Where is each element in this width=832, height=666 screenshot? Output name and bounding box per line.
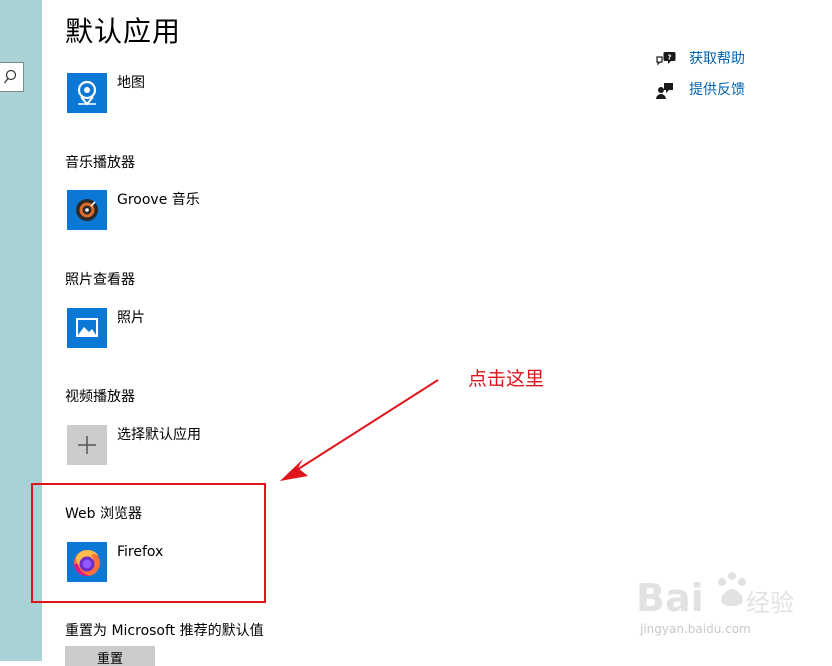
get-help-link[interactable]: ? 获取帮助 [656, 49, 796, 71]
music-player-label: 音乐播放器 [65, 155, 135, 171]
maps-icon [67, 73, 107, 113]
photos-app-row[interactable]: 照片 [67, 308, 327, 348]
photos-app-name: 照片 [117, 310, 145, 326]
video-player-label: 视频播放器 [65, 389, 135, 405]
maps-app-name: 地图 [117, 75, 145, 91]
svg-text:?: ? [667, 54, 671, 62]
watermark-url: jingyan.baidu.com [640, 622, 751, 636]
give-feedback-label: 提供反馈 [689, 82, 745, 98]
svg-text:Bai: Bai [636, 576, 704, 620]
baidu-watermark-logo: Bai 经验 [636, 572, 794, 620]
maps-app-row[interactable]: 地图 [67, 73, 327, 113]
plus-icon [67, 425, 107, 465]
search-button[interactable] [0, 62, 24, 92]
annotation-text: 点击这里 [468, 368, 545, 390]
give-feedback-link[interactable]: 提供反馈 [656, 80, 796, 102]
highlight-box [31, 483, 266, 603]
page-title: 默认应用 [65, 15, 182, 48]
search-icon [3, 69, 17, 84]
photo-viewer-label: 照片查看器 [65, 272, 135, 288]
reset-label: 重置为 Microsoft 推荐的默认值 [65, 623, 264, 639]
svg-text:经验: 经验 [746, 589, 794, 617]
groove-music-app-row[interactable]: Groove 音乐 [67, 190, 327, 230]
reset-button[interactable]: 重置 [65, 646, 155, 666]
get-help-label: 获取帮助 [689, 51, 745, 67]
feedback-icon [656, 83, 673, 99]
choose-default-app-label: 选择默认应用 [117, 427, 201, 443]
photos-icon [67, 308, 107, 348]
annotation-arrow [280, 379, 439, 481]
groove-music-app-name: Groove 音乐 [117, 192, 200, 208]
groove-music-icon [67, 190, 107, 230]
help-chat-icon: ? [656, 52, 676, 66]
